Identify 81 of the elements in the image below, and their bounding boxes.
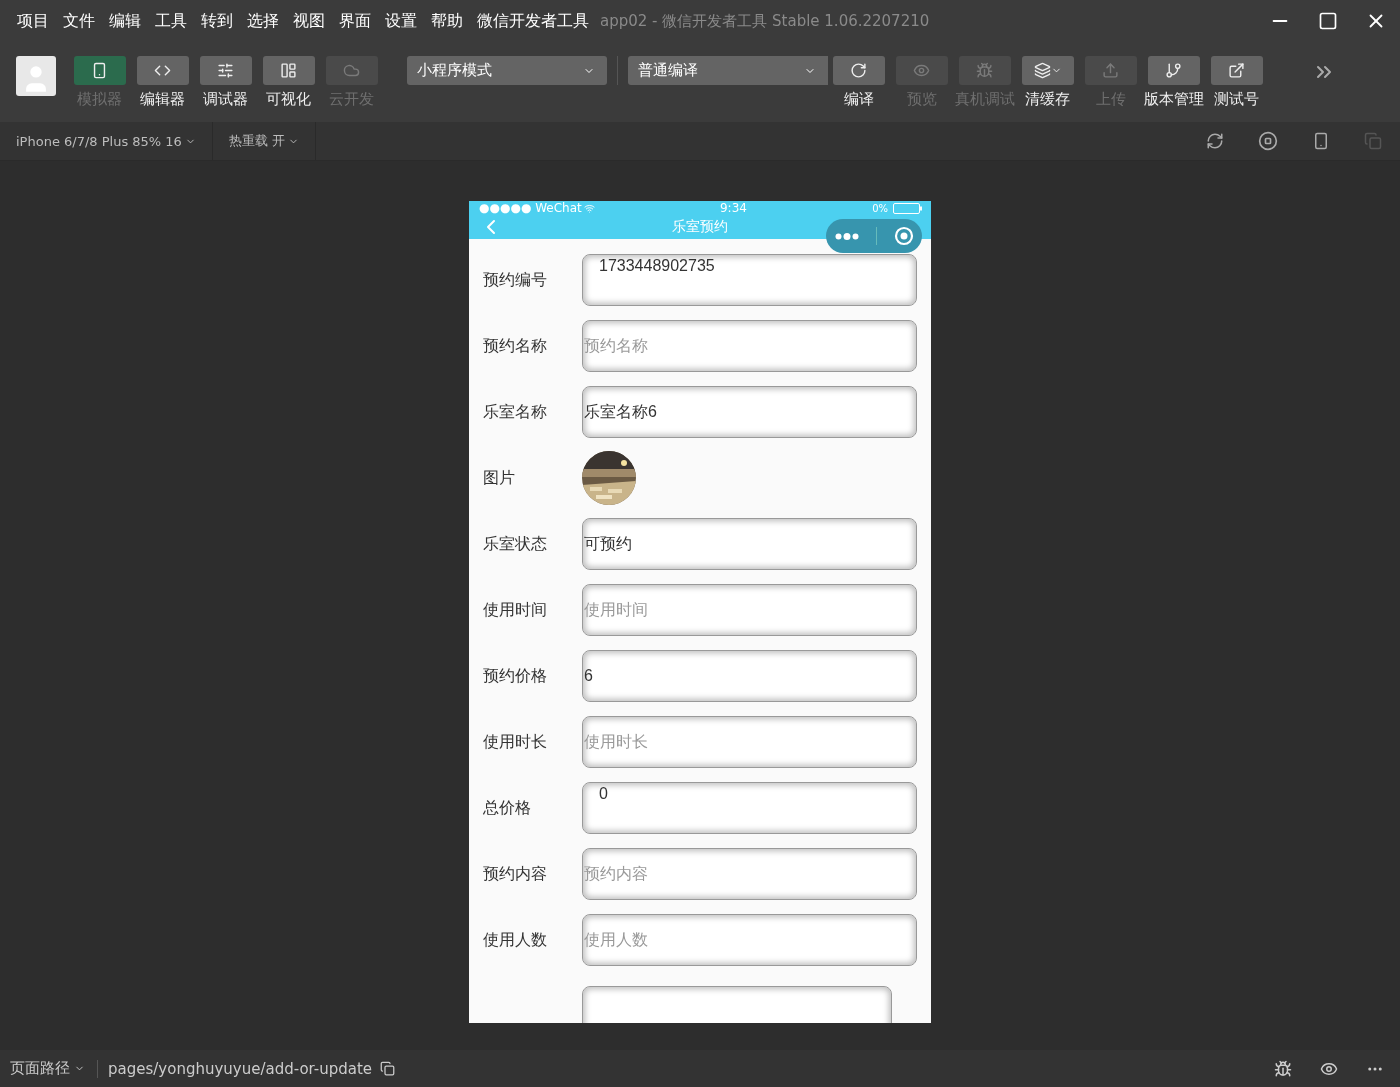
input-field[interactable]: 6 [582,650,917,702]
toolbar-button[interactable] [1210,56,1263,85]
menu-item[interactable]: 项目 [10,10,56,32]
input-field[interactable]: 使用时长 [582,716,917,768]
sliders-icon [217,62,234,79]
field-label: 使用时间 [483,599,548,621]
more-icon [834,232,859,240]
field-label: 预约价格 [483,665,548,687]
stop-icon[interactable] [1258,131,1278,151]
branch-icon [1165,62,1182,79]
carrier-text: ●●●●● WeChat [479,201,582,215]
input-field[interactable]: 1733448902735 [582,254,917,306]
input-field[interactable]: 可预约 [582,518,917,570]
device-select[interactable]: iPhone 6/7/8 Plus 85% 16 [0,122,213,160]
toolbar-label: 可视化 [266,90,311,109]
window-title: app02 - 微信开发者工具 Stable 1.06.2207210 [600,11,931,31]
path-label[interactable]: 页面路径 [10,1059,85,1078]
toolbar-label: 版本管理 [1143,90,1204,109]
input-field[interactable]: 使用人数 [582,914,917,966]
time-text: 9:34 [719,201,747,215]
menu-item[interactable]: 界面 [332,10,378,32]
field-label: 乐室状态 [483,533,548,555]
mode-select[interactable]: 小程序模式 [407,56,607,85]
toolbar-label: 清缓存 [1025,90,1070,109]
phone-icon[interactable] [1312,132,1330,150]
input-field[interactable]: 使用时间 [582,584,917,636]
menu-item[interactable]: 文件 [56,10,102,32]
toolbar-label: 编辑器 [140,90,185,109]
layers-icon [1033,62,1051,79]
menu-item[interactable]: 选择 [240,10,286,32]
toolbar-label: 调试器 [203,90,248,109]
toolbar-button[interactable] [1021,56,1074,85]
battery-text: 0% [872,202,888,214]
upload-icon [1102,62,1119,79]
toolbar-button[interactable] [199,56,252,85]
toolbar-button[interactable] [1147,56,1200,85]
input-field[interactable]: 乐室名称6 [582,386,917,438]
input-field[interactable] [582,986,892,1023]
phone-icon [91,62,108,79]
toolbar-button[interactable] [73,56,126,85]
field-label: 预约内容 [483,863,548,885]
menu-item[interactable]: 视图 [286,10,332,32]
toolbar-button[interactable] [136,56,189,85]
input-field[interactable]: 预约名称 [582,320,917,372]
input-field[interactable]: 预约内容 [582,848,917,900]
field-label: 图片 [483,467,516,489]
menu-item[interactable]: 微信开发者工具 [470,10,596,32]
field-label: 预约编号 [483,269,548,291]
toolbar-label: 测试号 [1214,90,1259,109]
refresh-icon[interactable] [1206,132,1224,150]
bug-icon[interactable] [1274,1059,1292,1078]
eye-icon [913,62,930,79]
menu-item[interactable]: 设置 [378,10,424,32]
target-icon [893,226,914,246]
hot-reload-select[interactable]: 热重载 开 [212,122,317,160]
toolbar-button[interactable] [832,56,885,85]
copy-icon[interactable] [380,1061,396,1076]
bug-icon [976,62,993,79]
compile-select[interactable]: 普通编译 [628,56,828,85]
toolbar-button[interactable] [262,56,315,85]
external-link-icon [1228,62,1245,79]
menu-item[interactable]: 帮助 [424,10,470,32]
refresh-icon [850,62,867,79]
field-label: 使用时长 [483,731,548,753]
field-label: 预约名称 [483,335,548,357]
field-label: 总价格 [483,797,532,819]
field-label: 乐室名称 [483,401,548,423]
wifi-icon [583,202,595,214]
battery-icon [893,202,923,214]
menu-item[interactable]: 编辑 [102,10,148,32]
field-label: 使用人数 [483,929,548,951]
menu-item[interactable]: 转到 [194,10,240,32]
cloud-icon [343,62,360,79]
toolbar-label: 编译 [843,90,874,109]
menu-item[interactable]: 工具 [148,10,194,32]
layout-icon [280,62,297,79]
input-field[interactable]: 0 [582,782,917,834]
page-path: pages/yonghuyuyue/add-or-update [97,1059,373,1078]
capsule-button[interactable] [826,219,922,253]
page-title: 乐室预约 [671,218,729,236]
maximize-icon[interactable] [1318,11,1338,31]
